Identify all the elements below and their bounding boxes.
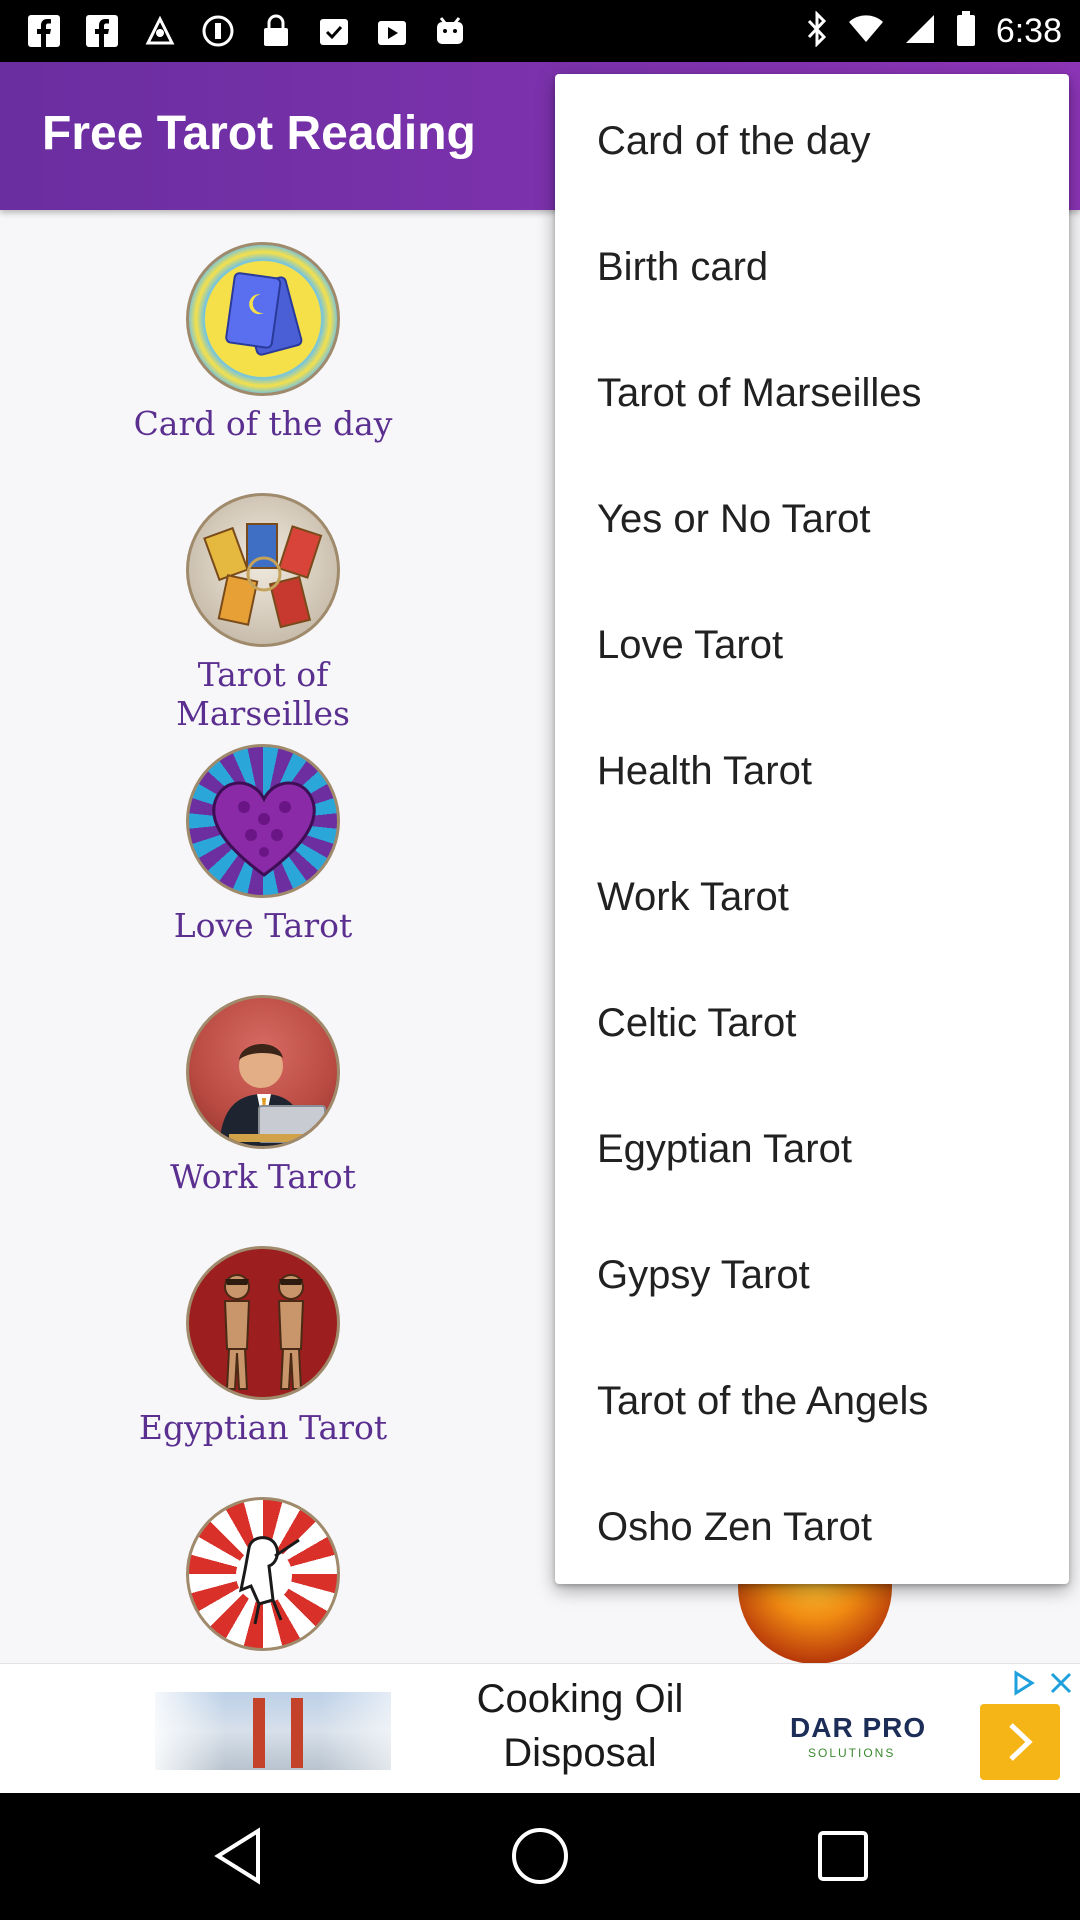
grid-item-label: Work Tarot [170,1157,356,1196]
egyptian-tarot-icon [186,1246,340,1400]
battery-icon [956,10,976,52]
card-of-the-day-icon [186,242,340,396]
bluetooth-icon [806,9,828,52]
menu-item-osho-zen-tarot[interactable]: Osho Zen Tarot [597,1464,1057,1590]
circle-icon [198,12,238,50]
ad-cta-button[interactable] [980,1704,1060,1780]
clipboard-check-icon [314,12,354,50]
menu-item-yes-or-no-tarot[interactable]: Yes or No Tarot [597,456,1057,582]
android-icon [430,12,470,50]
lock-icon [256,12,296,50]
ad-banner[interactable]: Cooking Oil Disposal DAR PRO SOLUTIONS [0,1663,1080,1794]
grid-item-tarot-of-marseilles[interactable]: Tarot of Marseilles [113,493,413,733]
adchoices-icon[interactable] [1006,1666,1040,1700]
grid-item-work-tarot[interactable]: Work Tarot [113,995,413,1196]
play-store-icon [372,12,412,50]
menu-item-health-tarot[interactable]: Health Tarot [597,708,1057,834]
ad-brand-subtitle: SOLUTIONS [808,1746,896,1760]
grid-item-card-of-the-day[interactable]: Card of the day [113,242,413,443]
home-icon[interactable] [505,1821,575,1891]
overflow-menu: Card of the day Birth card Tarot of Mars… [555,74,1069,1584]
menu-item-card-of-the-day[interactable]: Card of the day [597,78,1057,204]
ad-brand-logo: DAR PRO [790,1712,927,1743]
grid-item-label: Card of the day [133,404,393,443]
love-tarot-icon [186,744,340,898]
menu-item-gypsy-tarot[interactable]: Gypsy Tarot [597,1212,1057,1338]
tarot-of-marseilles-icon [186,493,340,647]
grid-item-label: Love Tarot [173,906,353,945]
fake-gps-icon [140,12,180,50]
ad-close-icon[interactable] [1044,1666,1078,1700]
recents-icon[interactable] [808,1821,878,1891]
signal-icon [904,13,936,50]
grid-item-label: Tarot of Marseilles [176,655,350,733]
menu-item-birth-card[interactable]: Birth card [597,204,1057,330]
status-time: 6:38 [995,11,1062,50]
grid-item-love-tarot[interactable]: Love Tarot [113,744,413,945]
facebook-icon [82,12,122,50]
menu-item-tarot-of-marseilles[interactable]: Tarot of Marseilles [597,330,1057,456]
ad-image [155,1692,391,1770]
app-title: Free Tarot Reading [42,107,476,160]
ad-headline: Cooking Oil Disposal [476,1677,684,1775]
grid-item-egyptian-tarot[interactable]: Egyptian Tarot [113,1246,413,1447]
cupid-icon [186,1497,340,1651]
back-icon[interactable] [203,1821,273,1891]
work-tarot-icon [186,995,340,1149]
navigation-bar [0,1793,1080,1920]
menu-item-love-tarot[interactable]: Love Tarot [597,582,1057,708]
menu-item-egyptian-tarot[interactable]: Egyptian Tarot [597,1086,1057,1212]
menu-item-work-tarot[interactable]: Work Tarot [597,834,1057,960]
facebook-icon [24,12,64,50]
status-bar: 6:38 [0,0,1080,62]
menu-item-celtic-tarot[interactable]: Celtic Tarot [597,960,1057,1086]
menu-item-tarot-of-the-angels[interactable]: Tarot of the Angels [597,1338,1057,1464]
grid-item-next[interactable] [113,1497,413,1651]
wifi-icon [848,14,884,49]
grid-item-label: Egyptian Tarot [138,1408,388,1447]
